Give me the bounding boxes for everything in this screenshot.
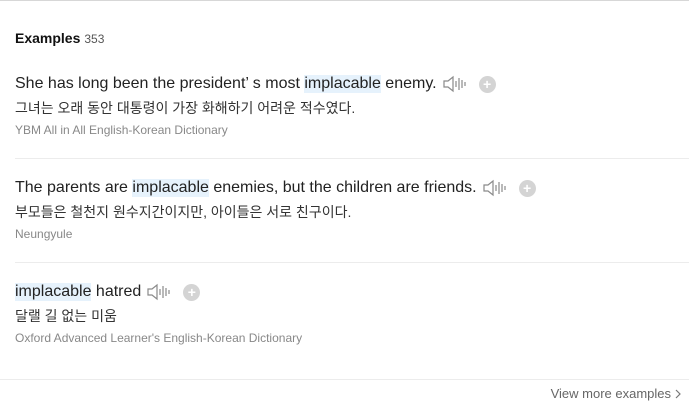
highlighted-keyword: implacable	[304, 75, 381, 93]
highlighted-keyword: implacable	[15, 283, 92, 301]
example-source: Oxford Advanced Learner's English-Korean…	[15, 331, 303, 345]
example-source: YBM All in All English-Korean Dictionary	[15, 123, 228, 137]
example-item: The parents are implacable enemies, but …	[15, 177, 689, 263]
example-text: The parents are	[15, 179, 133, 196]
example-source: Neungyule	[15, 227, 73, 241]
examples-count: 353	[84, 32, 105, 46]
examples-panel: Examples 353 She has long been the presi…	[0, 0, 689, 409]
example-korean-translation: 그녀는 오래 동안 대통령이 가장 화해하기 어려운 적수였다.	[15, 100, 356, 116]
view-more-examples-link[interactable]: View more examples	[551, 386, 681, 401]
plus-icon[interactable]: +	[183, 283, 201, 301]
example-text: enemies, but the children are friends.	[208, 179, 477, 196]
examples-header: Examples 353	[15, 30, 104, 46]
speaker-icon[interactable]	[442, 75, 467, 93]
example-korean-translation: 달랠 길 없는 미움	[15, 308, 117, 324]
example-text: She has long been the president’ s most	[15, 75, 305, 92]
plus-icon[interactable]: +	[518, 179, 536, 197]
examples-title: Examples	[15, 30, 81, 46]
speaker-icon[interactable]	[482, 179, 507, 197]
example-text: hatred	[91, 283, 142, 300]
highlighted-keyword: implacable	[132, 179, 209, 197]
example-item: implacable hatred + 달랠 길 없는 미움 Oxford Ad…	[15, 281, 689, 345]
speaker-icon[interactable]	[147, 283, 171, 301]
example-text: enemy.	[380, 75, 437, 92]
example-korean-translation: 부모들은 철천지 원수지간이지만, 아이들은 서로 친구이다.	[15, 204, 352, 220]
example-item: She has long been the president’ s most …	[15, 73, 689, 159]
example-english-sentence: She has long been the president’ s most …	[15, 73, 689, 95]
plus-icon[interactable]: +	[478, 75, 496, 93]
example-english-sentence: The parents are implacable enemies, but …	[15, 177, 689, 199]
footer-divider	[0, 379, 689, 380]
chevron-right-icon	[675, 389, 681, 399]
example-english-sentence: implacable hatred +	[15, 281, 689, 303]
view-more-label: View more examples	[550, 386, 671, 401]
